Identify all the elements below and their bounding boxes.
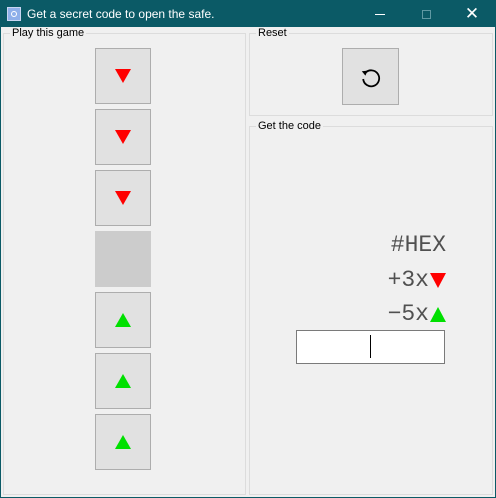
play-game-label: Play this game [10,27,87,40]
tile-button[interactable] [95,109,151,165]
hint-minus-line: −5x [388,301,446,327]
tile-button[interactable] [95,353,151,409]
maximize-button[interactable] [403,1,449,27]
hint-hex-line: #HEX [391,232,446,258]
green-up-triangle-icon [115,313,131,327]
get-code-group: Get the code [249,120,493,495]
green-up-triangle-icon [115,435,131,449]
hint-hex-text: #HEX [390,232,446,258]
green-up-triangle-icon [430,306,446,322]
reset-button[interactable] [342,48,399,105]
tile-button[interactable] [95,48,151,104]
red-down-triangle-icon [115,191,131,205]
minimize-button[interactable] [357,1,403,27]
get-code-label: Get the code [256,120,323,133]
tile-empty-slot[interactable] [95,231,151,287]
close-button[interactable]: ✕ [449,1,495,27]
maximize-icon [421,9,431,19]
close-icon: ✕ [464,3,480,24]
title-bar[interactable]: Get a secret code to open the safe. ✕ [1,1,495,27]
safe-icon [7,7,21,21]
window-title: Get a secret code to open the safe. [27,7,215,21]
red-down-triangle-icon [115,69,131,83]
green-up-triangle-icon [115,374,131,388]
tile-button[interactable] [95,170,151,226]
tile-button[interactable] [95,292,151,348]
red-down-triangle-icon [430,272,446,288]
tile-button[interactable] [95,414,151,470]
text-caret [370,335,371,358]
minimize-icon [375,13,385,15]
reset-label: Reset [256,27,289,40]
hint-plus-line: +3x [388,267,446,293]
hint-minus-text: −5x [387,301,429,327]
hint-plus-text: +3x [387,267,429,293]
red-down-triangle-icon [115,130,131,144]
reset-arrow-icon [361,68,380,87]
